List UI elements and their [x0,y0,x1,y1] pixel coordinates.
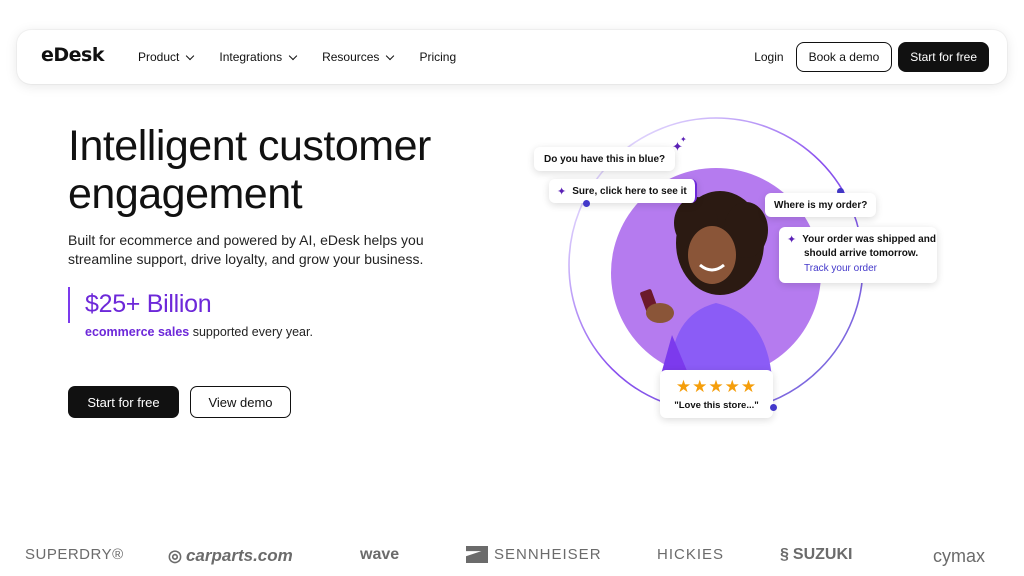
stat-caption-rest: supported every year. [189,325,313,339]
hero-start-free-button[interactable]: Start for free [68,386,179,418]
menu-item-integrations[interactable]: Integrations [219,50,298,64]
chat-bubble-text: Sure, click here to see it [572,185,687,197]
star-icon: ★ [724,377,741,396]
hero-illustration: ✦ ✦ Do you have this in blue? ✦ Sure, cl… [520,115,960,435]
chat-bubble-text: Your order was shipped and [802,234,936,245]
book-demo-button[interactable]: Book a demo [795,42,893,72]
menu-item-pricing[interactable]: Pricing [419,50,456,64]
chevron-down-icon [186,51,195,60]
main-menu: Product Integrations Resources Pricing [138,30,482,84]
view-demo-button[interactable]: View demo [190,386,291,418]
star-icon: ★ [692,377,709,396]
edesk-logo[interactable]: eDesk [41,44,105,66]
menu-item-label: Integrations [219,50,283,64]
menu-item-label: Resources [322,50,380,64]
chat-bubble-text: Where is my order? [774,199,868,211]
suzuki-mark-icon: § [780,546,789,563]
chat-bubble-question-order: Where is my order? [765,193,877,217]
brand-name: SUZUKI [792,546,853,563]
login-link[interactable]: Login [754,50,783,64]
brand-logo-cymax: cymax [933,546,986,566]
chat-bubble-text: Do you have this in blue? [544,153,666,165]
star-icon: ★ [740,377,758,396]
brand-name: carparts.com [185,546,293,565]
brand-logo-suzuki: § SUZUKI [780,546,852,564]
chat-bubble-answer-order: ✦ Your order was shipped and should arri… [779,227,937,283]
review-card: ★★★★★ "Love this store..." [660,370,773,418]
stat-value: $25+ Billion [85,290,212,318]
sennheiser-mark-icon [466,546,488,563]
brand-logo-sennheiser: SENNHEISER [466,546,602,563]
nav-start-free-button[interactable]: Start for free [898,42,989,72]
stat-caption: ecommerce sales supported every year. [85,325,313,339]
stat-block: $25+ Billion [68,287,212,323]
menu-item-label: Pricing [419,50,457,64]
hero-headline: Intelligent customer engagement [68,122,431,218]
star-icon: ★ [708,377,725,396]
ai-sparkle-icon: ✦ [557,185,567,198]
menu-item-product[interactable]: Product [138,50,195,64]
customer-logos: SUPERDRY® ◎ carparts.com wave SENNHEISER… [0,540,1024,572]
menu-item-resources[interactable]: Resources [322,50,395,64]
star-rating: ★★★★★ [676,377,757,397]
chat-bubble-text: should arrive tomorrow. [804,248,919,259]
sparkle-icon: ✦ [680,135,687,144]
chevron-down-icon [288,51,298,60]
chevron-down-icon [386,51,395,60]
connector-dot [770,404,777,411]
brand-logo-wave: wave [360,546,400,563]
brand-logo-hickies: HICKIES [657,546,725,563]
review-text: "Love this store..." [674,400,759,411]
ai-sparkle-icon: ✦ [787,234,797,246]
hero-subtext: Built for ecommerce and powered by AI, e… [68,232,424,267]
top-nav: eDesk Product Integrations Resources Pri… [17,30,1007,84]
track-order-link[interactable]: Track your order [804,263,877,274]
carparts-mark-icon: ◎ [168,548,182,565]
nav-actions: Login Book a demo Start for free [754,42,989,72]
brand-logo-carparts: ◎ carparts.com [168,546,293,566]
brand-logo-superdry: SUPERDRY® [25,546,124,563]
page: eDesk Product Integrations Resources Pri… [0,0,1024,576]
star-icon: ★ [675,377,693,396]
chat-bubble-answer-blue: ✦ Sure, click here to see it [549,179,697,203]
brand-name: SENNHEISER [494,546,602,563]
connector-dot [583,200,590,207]
menu-item-label: Product [138,50,180,64]
stat-caption-highlight: ecommerce sales [85,325,190,339]
logo-wordmark: eDesk [41,44,105,66]
chat-bubble-question-blue: Do you have this in blue? [534,147,676,171]
